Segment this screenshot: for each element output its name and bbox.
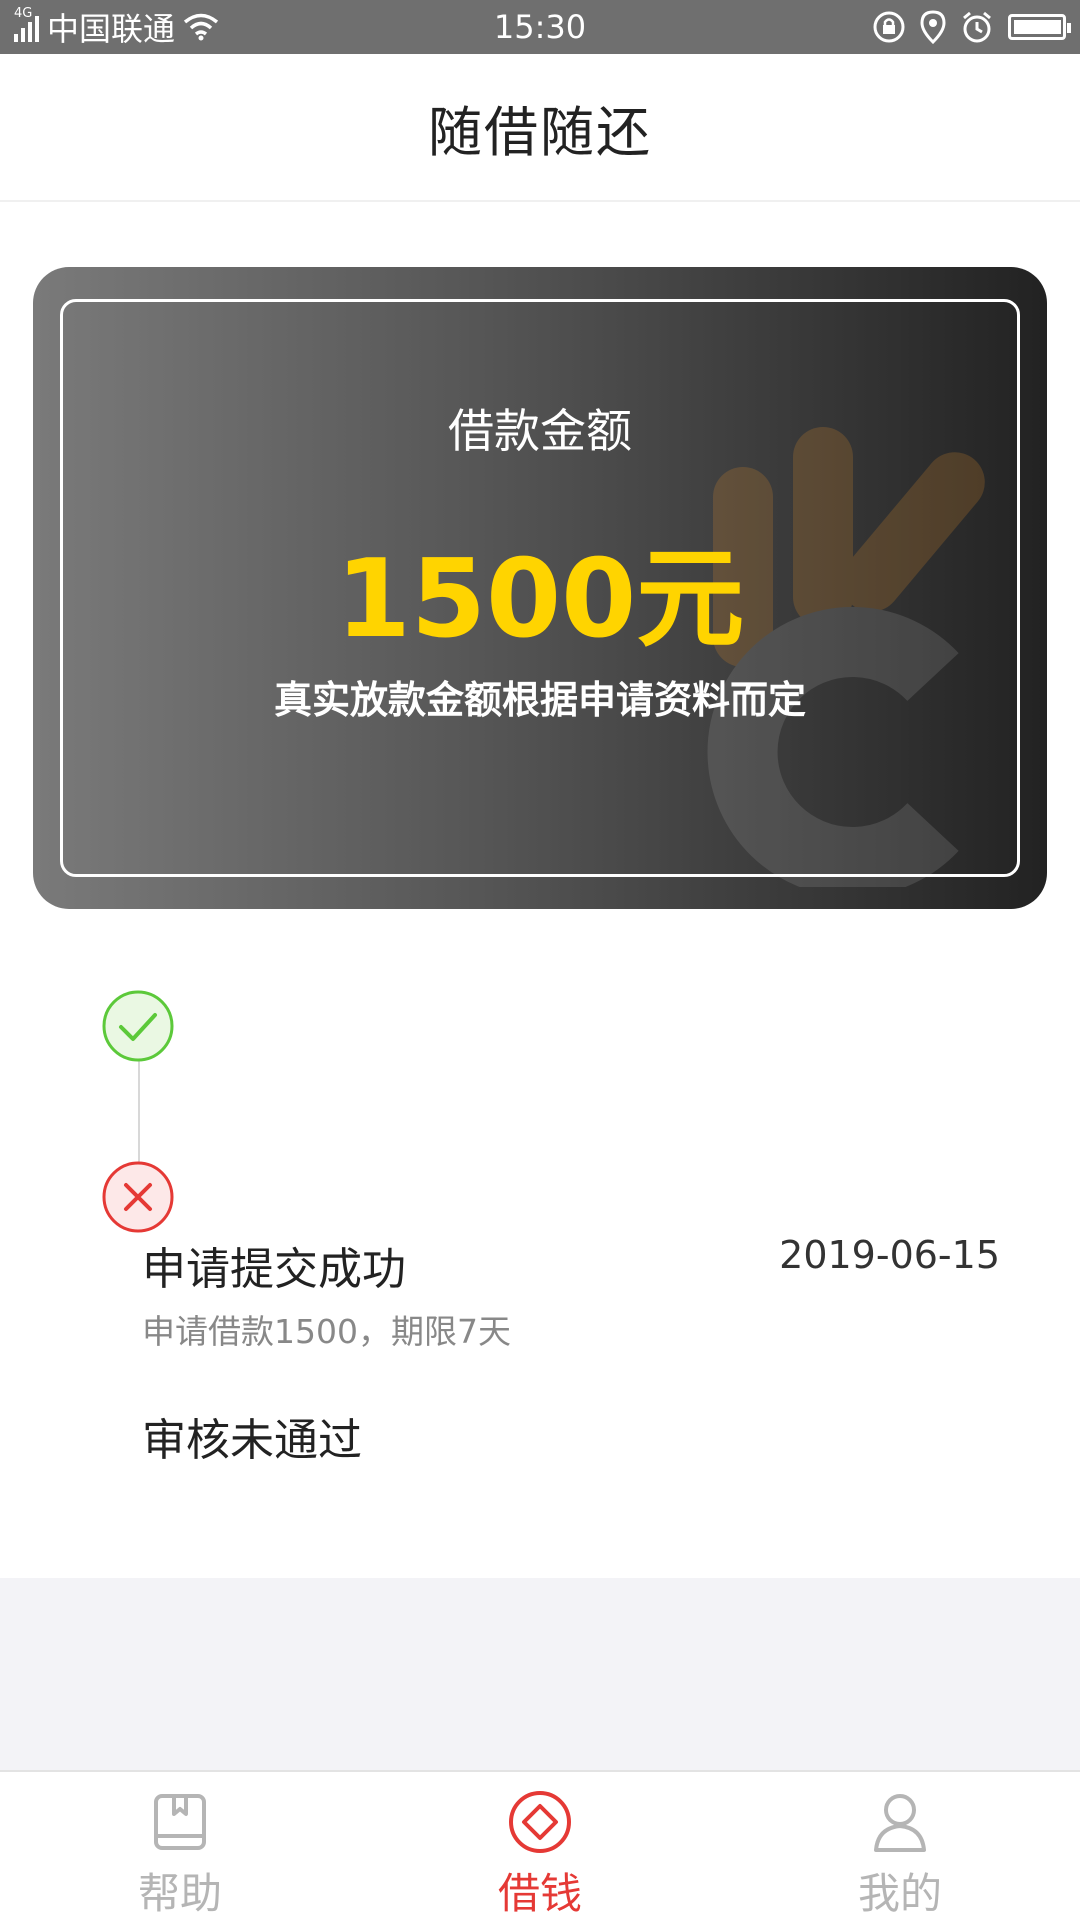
battery-icon (1008, 14, 1071, 40)
step-review-title: 审核未通过 (142, 1415, 362, 1466)
alarm-icon (963, 11, 991, 43)
nav-tab-mine[interactable]: 我的 (720, 1772, 1080, 1920)
bottom-nav: 帮助 借钱 我的 (0, 1770, 1080, 1920)
rotation-lock-icon (873, 11, 905, 43)
step-submitted-date: 2019-06-15 (779, 1233, 1000, 1277)
timeline-connector (138, 1060, 140, 1170)
nav-tab-help[interactable]: 帮助 (0, 1772, 360, 1920)
nav-label-borrow: 借钱 (497, 1869, 582, 1918)
loan-amount-label: 借款金额 (448, 404, 632, 458)
status-bar: 4G 中国联通 15:30 (0, 0, 1080, 54)
status-time: 15:30 (493, 8, 587, 46)
page-title: 随借随还 (428, 100, 652, 164)
location-icon (920, 10, 946, 44)
nav-label-mine: 我的 (857, 1869, 942, 1918)
loan-amount-card: 借款金额 1500元 真实放款金额根据申请资料而定 (33, 267, 1047, 909)
book-icon (154, 1794, 206, 1850)
content-filler (0, 1578, 1080, 1770)
user-icon (874, 1794, 926, 1852)
page-header: 随借随还 (0, 54, 1080, 202)
nav-label-help: 帮助 (137, 1869, 222, 1918)
fail-cross-icon (102, 1161, 174, 1233)
loan-amount-value: 1500元 (335, 537, 745, 662)
step-submitted-desc: 申请借款1500，期限7天 (142, 1312, 511, 1351)
loan-amount-note: 真实放款金额根据申请资料而定 (273, 678, 806, 722)
success-check-icon (102, 990, 174, 1062)
status-bar-right (872, 0, 1071, 54)
diamond-icon (509, 1791, 571, 1853)
step-submitted-title: 申请提交成功 (142, 1244, 406, 1295)
nav-tab-borrow[interactable]: 借钱 (360, 1772, 720, 1920)
